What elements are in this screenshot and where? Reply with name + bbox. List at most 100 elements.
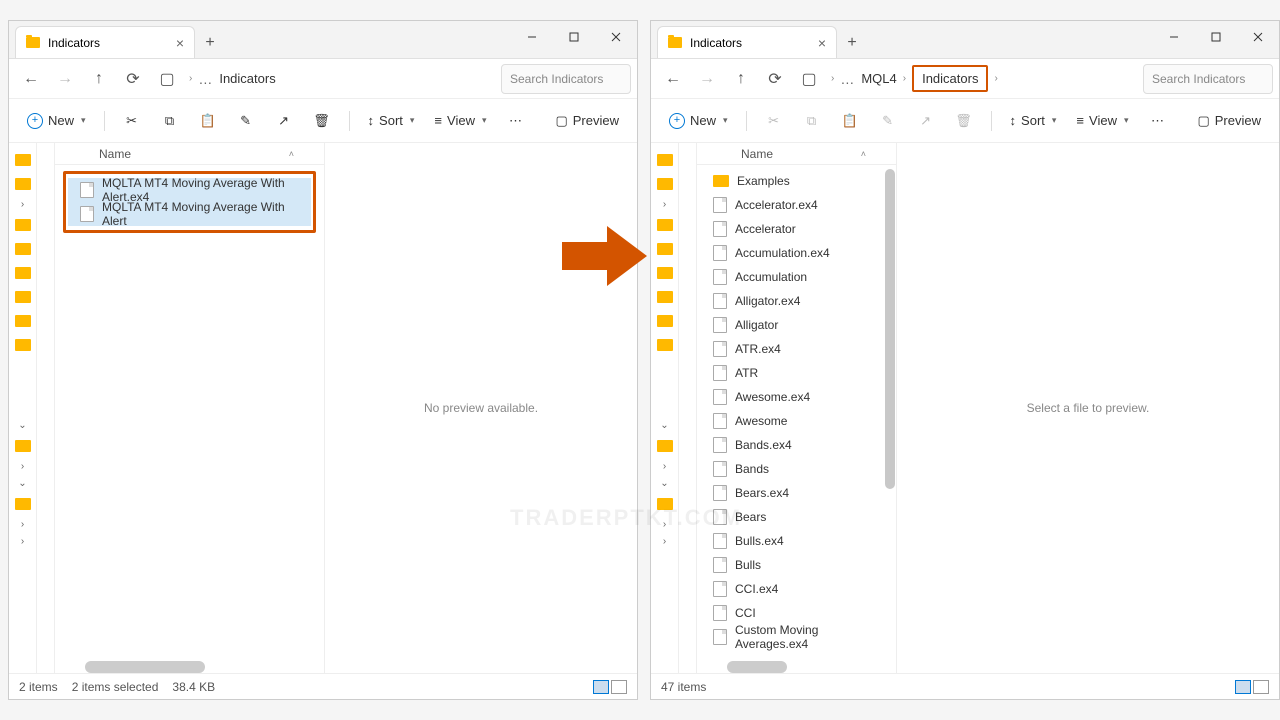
horizontal-scrollbar[interactable] [727,661,787,673]
copy-button[interactable]: ⧉ [795,106,829,136]
search-input[interactable]: Search Indicators [501,64,631,94]
status-size: 38.4 KB [172,680,215,694]
view-toggle[interactable] [593,680,627,694]
file-icon [80,206,94,222]
close-icon[interactable]: × [818,35,826,51]
navigation-pane[interactable]: › ⌄ › ⌄ › › [651,143,679,673]
back-button[interactable]: ← [15,63,47,95]
file-row[interactable]: Alligator [701,313,892,337]
window-controls [1153,21,1279,53]
file-row[interactable]: Bulls.ex4 [701,529,892,553]
file-icon [713,557,727,573]
up-button[interactable]: ↑ [83,63,115,95]
folder-row[interactable]: Examples [701,169,892,193]
breadcrumb-parent[interactable]: MQL4 [861,71,896,86]
copy-button[interactable]: ⧉ [153,106,187,136]
rename-button[interactable]: ✎ [871,106,905,136]
paste-button[interactable]: 📋 [833,106,867,136]
delete-button[interactable]: 🗑 [947,106,981,136]
breadcrumb-current-highlighted[interactable]: Indicators [912,65,988,92]
more-button[interactable]: ⋯ [1141,106,1175,136]
file-row[interactable]: MQLTA MT4 Moving Average With Alert.ex4 [68,178,311,202]
file-icon [713,461,727,477]
file-row[interactable]: Custom Moving Averages.ex4 [701,625,892,649]
column-header-name[interactable]: Name ˄ [55,143,324,165]
forward-button[interactable]: → [691,63,723,95]
file-row[interactable]: Awesome.ex4 [701,385,892,409]
breadcrumb-current[interactable]: Indicators [219,71,275,86]
minimize-button[interactable] [1153,21,1195,53]
up-button[interactable]: ↑ [725,63,757,95]
refresh-button[interactable]: ⟳ [117,63,149,95]
new-tab-button[interactable]: + [837,28,867,58]
tab-indicators[interactable]: Indicators × [657,26,837,58]
status-item-count: 47 items [661,680,706,694]
file-row[interactable]: Accelerator.ex4 [701,193,892,217]
file-row[interactable]: Bulls [701,553,892,577]
pc-icon[interactable]: ▢ [151,63,183,95]
file-row[interactable]: Bands.ex4 [701,433,892,457]
file-icon [713,341,727,357]
chevron-right-icon: › [903,73,906,84]
file-row[interactable]: Accumulation.ex4 [701,241,892,265]
pc-icon[interactable]: ▢ [793,63,825,95]
toolbar: +New▾ ✂ ⧉ 📋 ✎ ↗ 🗑 ↕Sort▾ ≡View▾ ⋯ ▢Previ… [651,99,1279,143]
file-row[interactable]: CCI.ex4 [701,577,892,601]
file-row[interactable]: Bands [701,457,892,481]
status-bar: 47 items [651,673,1279,699]
close-button[interactable] [595,21,637,53]
ellipsis-icon[interactable]: … [198,71,213,87]
horizontal-scrollbar[interactable] [85,661,205,673]
sort-arrow-icon: ˄ [289,149,294,159]
close-icon[interactable]: × [176,35,184,51]
back-button[interactable]: ← [657,63,689,95]
refresh-button[interactable]: ⟳ [759,63,791,95]
minimize-button[interactable] [511,21,553,53]
view-button[interactable]: ≡View▾ [1068,106,1136,136]
share-button[interactable]: ↗ [909,106,943,136]
view-button[interactable]: ≡View▾ [426,106,494,136]
sort-button[interactable]: ↕Sort▾ [1002,106,1065,136]
vertical-scrollbar[interactable] [885,169,895,489]
search-input[interactable]: Search Indicators [1143,64,1273,94]
cut-button[interactable]: ✂ [115,106,149,136]
cut-button[interactable]: ✂ [757,106,791,136]
file-list[interactable]: MQLTA MT4 Moving Average With Alert.ex4 … [55,165,324,673]
preview-button[interactable]: ▢Preview [1189,106,1269,136]
paste-button[interactable]: 📋 [191,106,225,136]
window-controls [511,21,637,53]
file-row[interactable]: Accelerator [701,217,892,241]
navigation-pane[interactable]: › ⌄ › ⌄ › › [9,143,37,673]
file-row[interactable]: CCI [701,601,892,625]
file-row[interactable]: MQLTA MT4 Moving Average With Alert [68,202,311,226]
breadcrumb[interactable]: › … Indicators [189,71,499,87]
new-tab-button[interactable]: + [195,28,225,58]
view-toggle[interactable] [1235,680,1269,694]
share-button[interactable]: ↗ [267,106,301,136]
breadcrumb[interactable]: › … MQL4 › Indicators › [831,65,1141,92]
file-row[interactable]: ATR.ex4 [701,337,892,361]
preview-button[interactable]: ▢Preview [547,106,627,136]
sort-button[interactable]: ↕Sort▾ [360,106,423,136]
new-button[interactable]: +New▾ [661,106,736,136]
file-row[interactable]: Awesome [701,409,892,433]
toolbar: +New▾ ✂ ⧉ 📋 ✎ ↗ 🗑 ↕Sort▾ ≡View▾ ⋯ ▢Previ… [9,99,637,143]
rename-button[interactable]: ✎ [229,106,263,136]
tab-indicators[interactable]: Indicators × [15,26,195,58]
delete-button[interactable]: 🗑 [305,106,339,136]
file-row[interactable]: ATR [701,361,892,385]
close-button[interactable] [1237,21,1279,53]
file-list[interactable]: Examples Accelerator.ex4AcceleratorAccum… [697,165,896,673]
column-header-name[interactable]: Name ˄ [697,143,896,165]
ellipsis-icon[interactable]: … [840,71,855,87]
file-row[interactable]: Alligator.ex4 [701,289,892,313]
file-row[interactable]: Accumulation [701,265,892,289]
forward-button[interactable]: → [49,63,81,95]
file-row[interactable]: Bears.ex4 [701,481,892,505]
tab-title: Indicators [48,36,100,50]
maximize-button[interactable] [1195,21,1237,53]
maximize-button[interactable] [553,21,595,53]
file-icon [713,317,727,333]
more-button[interactable]: ⋯ [499,106,533,136]
new-button[interactable]: +New▾ [19,106,94,136]
